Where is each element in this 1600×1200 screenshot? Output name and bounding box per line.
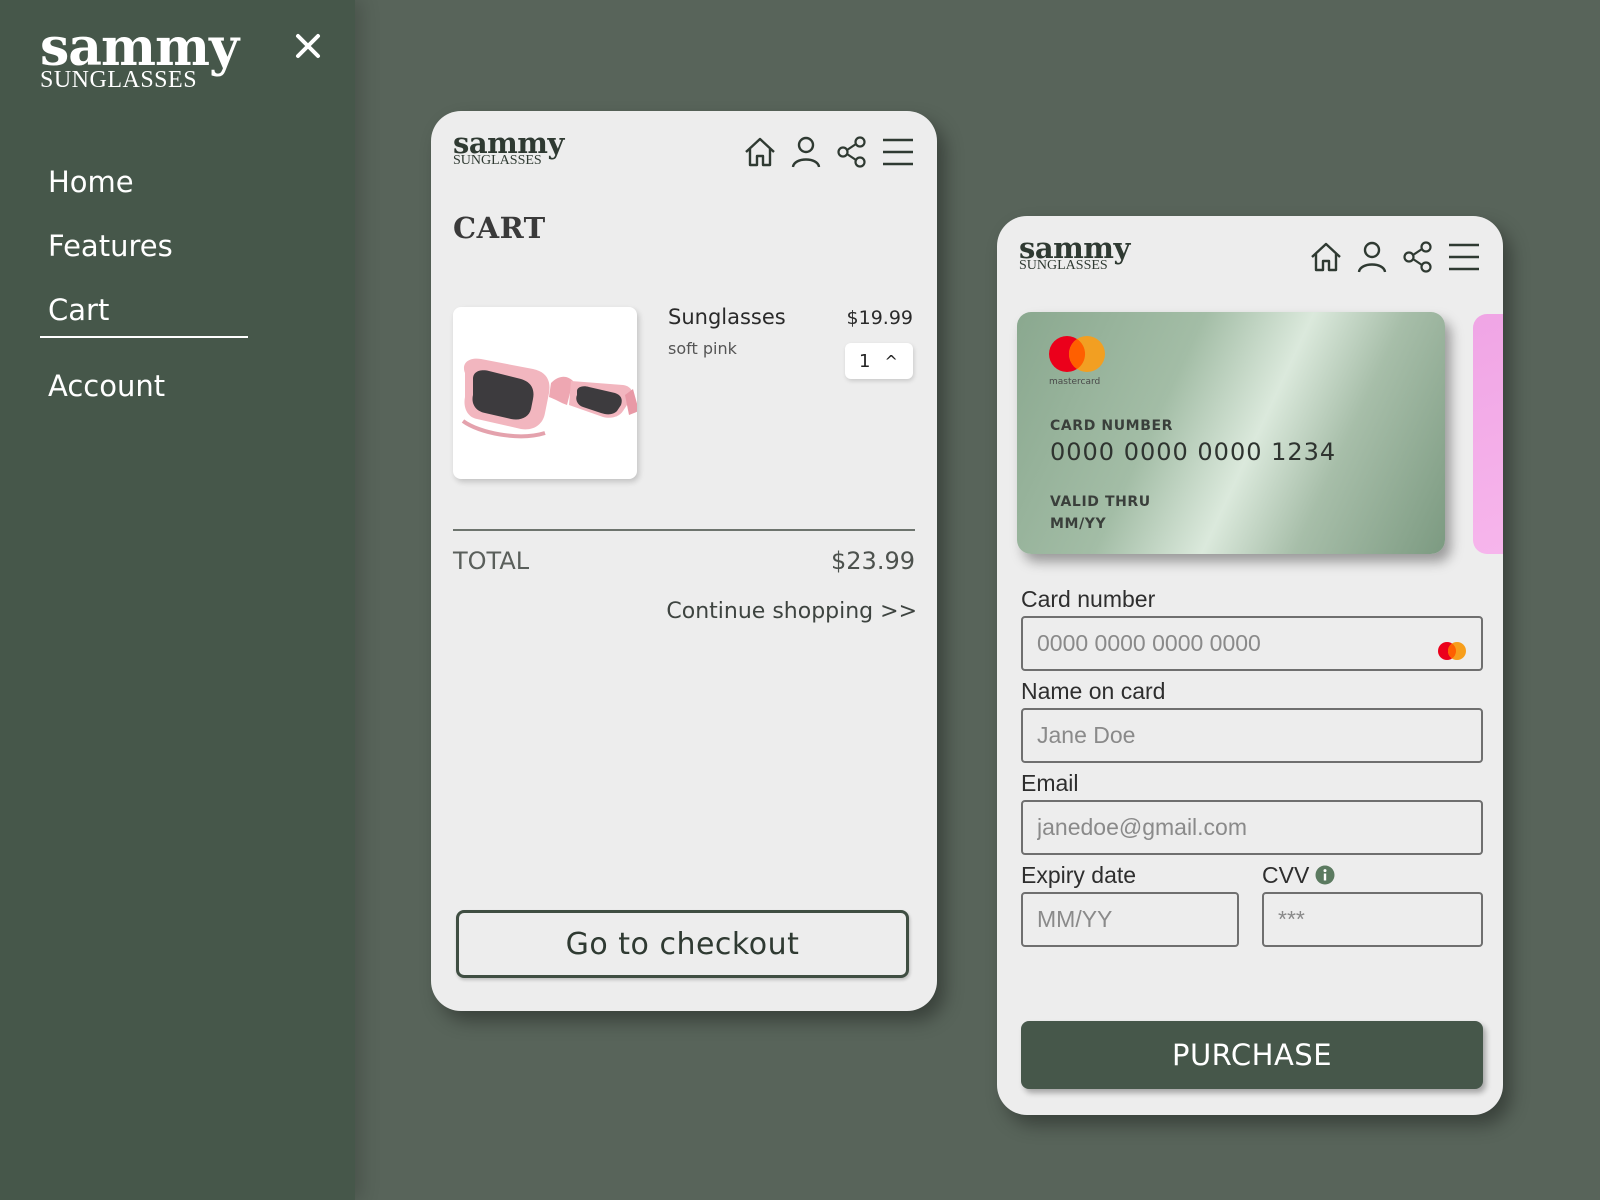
mastercard-wordmark: mastercard [1049, 377, 1101, 387]
product-name: Sunglasses [668, 305, 786, 329]
quantity-increase-button[interactable]: ^ [884, 352, 897, 371]
quantity-stepper[interactable]: 1 ^ [845, 343, 913, 379]
sidebar: sammy SUNGLASSES Home Features Cart Acco… [0, 0, 355, 1200]
valid-thru-label: VALID THRU [1050, 494, 1151, 510]
close-icon[interactable] [290, 28, 326, 64]
payment-screen: sammy SUNGLASSES mastercard CARD NUMBER … [997, 216, 1503, 1115]
product-price: $19.99 [846, 307, 913, 329]
product-variant: soft pink [668, 339, 737, 358]
sidebar-item-cart[interactable]: Cart [40, 290, 248, 338]
expiry-date-label: Expiry date [1021, 862, 1137, 888]
product-image[interactable] [453, 307, 639, 479]
share-icon[interactable] [1399, 238, 1437, 276]
cart-title: CART [453, 211, 546, 245]
user-icon[interactable] [787, 133, 825, 171]
expiry-date-field[interactable] [1021, 892, 1239, 947]
card-number-field[interactable] [1021, 616, 1483, 671]
header-icons [741, 133, 917, 171]
quantity-value: 1 [859, 350, 871, 372]
card-number-value: 0000 0000 0000 1234 [1050, 438, 1337, 466]
divider [453, 529, 915, 531]
card-number-label: CARD NUMBER [1050, 418, 1174, 434]
checkout-button[interactable]: Go to checkout [456, 910, 909, 978]
app-header: sammy SUNGLASSES [453, 129, 917, 179]
cvv-label: CVV [1262, 862, 1310, 888]
credit-card-preview[interactable]: mastercard CARD NUMBER 0000 0000 0000 12… [1017, 312, 1445, 554]
email-label: Email [1021, 770, 1079, 796]
user-icon[interactable] [1353, 238, 1391, 276]
cvv-field[interactable] [1262, 892, 1483, 947]
menu-icon[interactable] [879, 133, 917, 171]
cart-screen: sammy SUNGLASSES CART Sunglasses soft pi… [431, 111, 937, 1011]
purchase-button[interactable]: PURCHASE [1021, 1021, 1483, 1089]
continue-shopping-link[interactable]: Continue shopping >> [666, 599, 917, 624]
total-label: TOTAL [453, 547, 530, 575]
mastercard-icon [1435, 640, 1469, 668]
name-on-card-field[interactable] [1021, 708, 1483, 763]
header-logo[interactable]: sammy SUNGLASSES [453, 129, 564, 168]
menu-icon[interactable] [1445, 238, 1483, 276]
next-card-preview[interactable] [1473, 314, 1503, 554]
header-icons [1307, 238, 1483, 276]
app-header: sammy SUNGLASSES [1019, 234, 1483, 284]
info-icon[interactable] [1315, 864, 1335, 885]
valid-thru-value: MM/YY [1050, 516, 1107, 532]
total-value: $23.99 [831, 547, 915, 575]
header-logo[interactable]: sammy SUNGLASSES [1019, 234, 1130, 273]
mastercard-logo: mastercard [1045, 334, 1109, 387]
card-number-field-label: Card number [1021, 586, 1156, 612]
sidebar-nav: Home Features Cart Account [40, 162, 248, 430]
sidebar-item-features[interactable]: Features [48, 226, 248, 290]
cvv-label-wrap: CVV [1262, 862, 1335, 889]
share-icon[interactable] [833, 133, 871, 171]
email-field[interactable] [1021, 800, 1483, 855]
name-on-card-label: Name on card [1021, 678, 1166, 704]
home-icon[interactable] [1307, 238, 1345, 276]
sidebar-item-home[interactable]: Home [48, 162, 248, 226]
brand-logo[interactable]: sammy SUNGLASSES [40, 22, 239, 93]
sidebar-item-account[interactable]: Account [48, 366, 248, 430]
home-icon[interactable] [741, 133, 779, 171]
